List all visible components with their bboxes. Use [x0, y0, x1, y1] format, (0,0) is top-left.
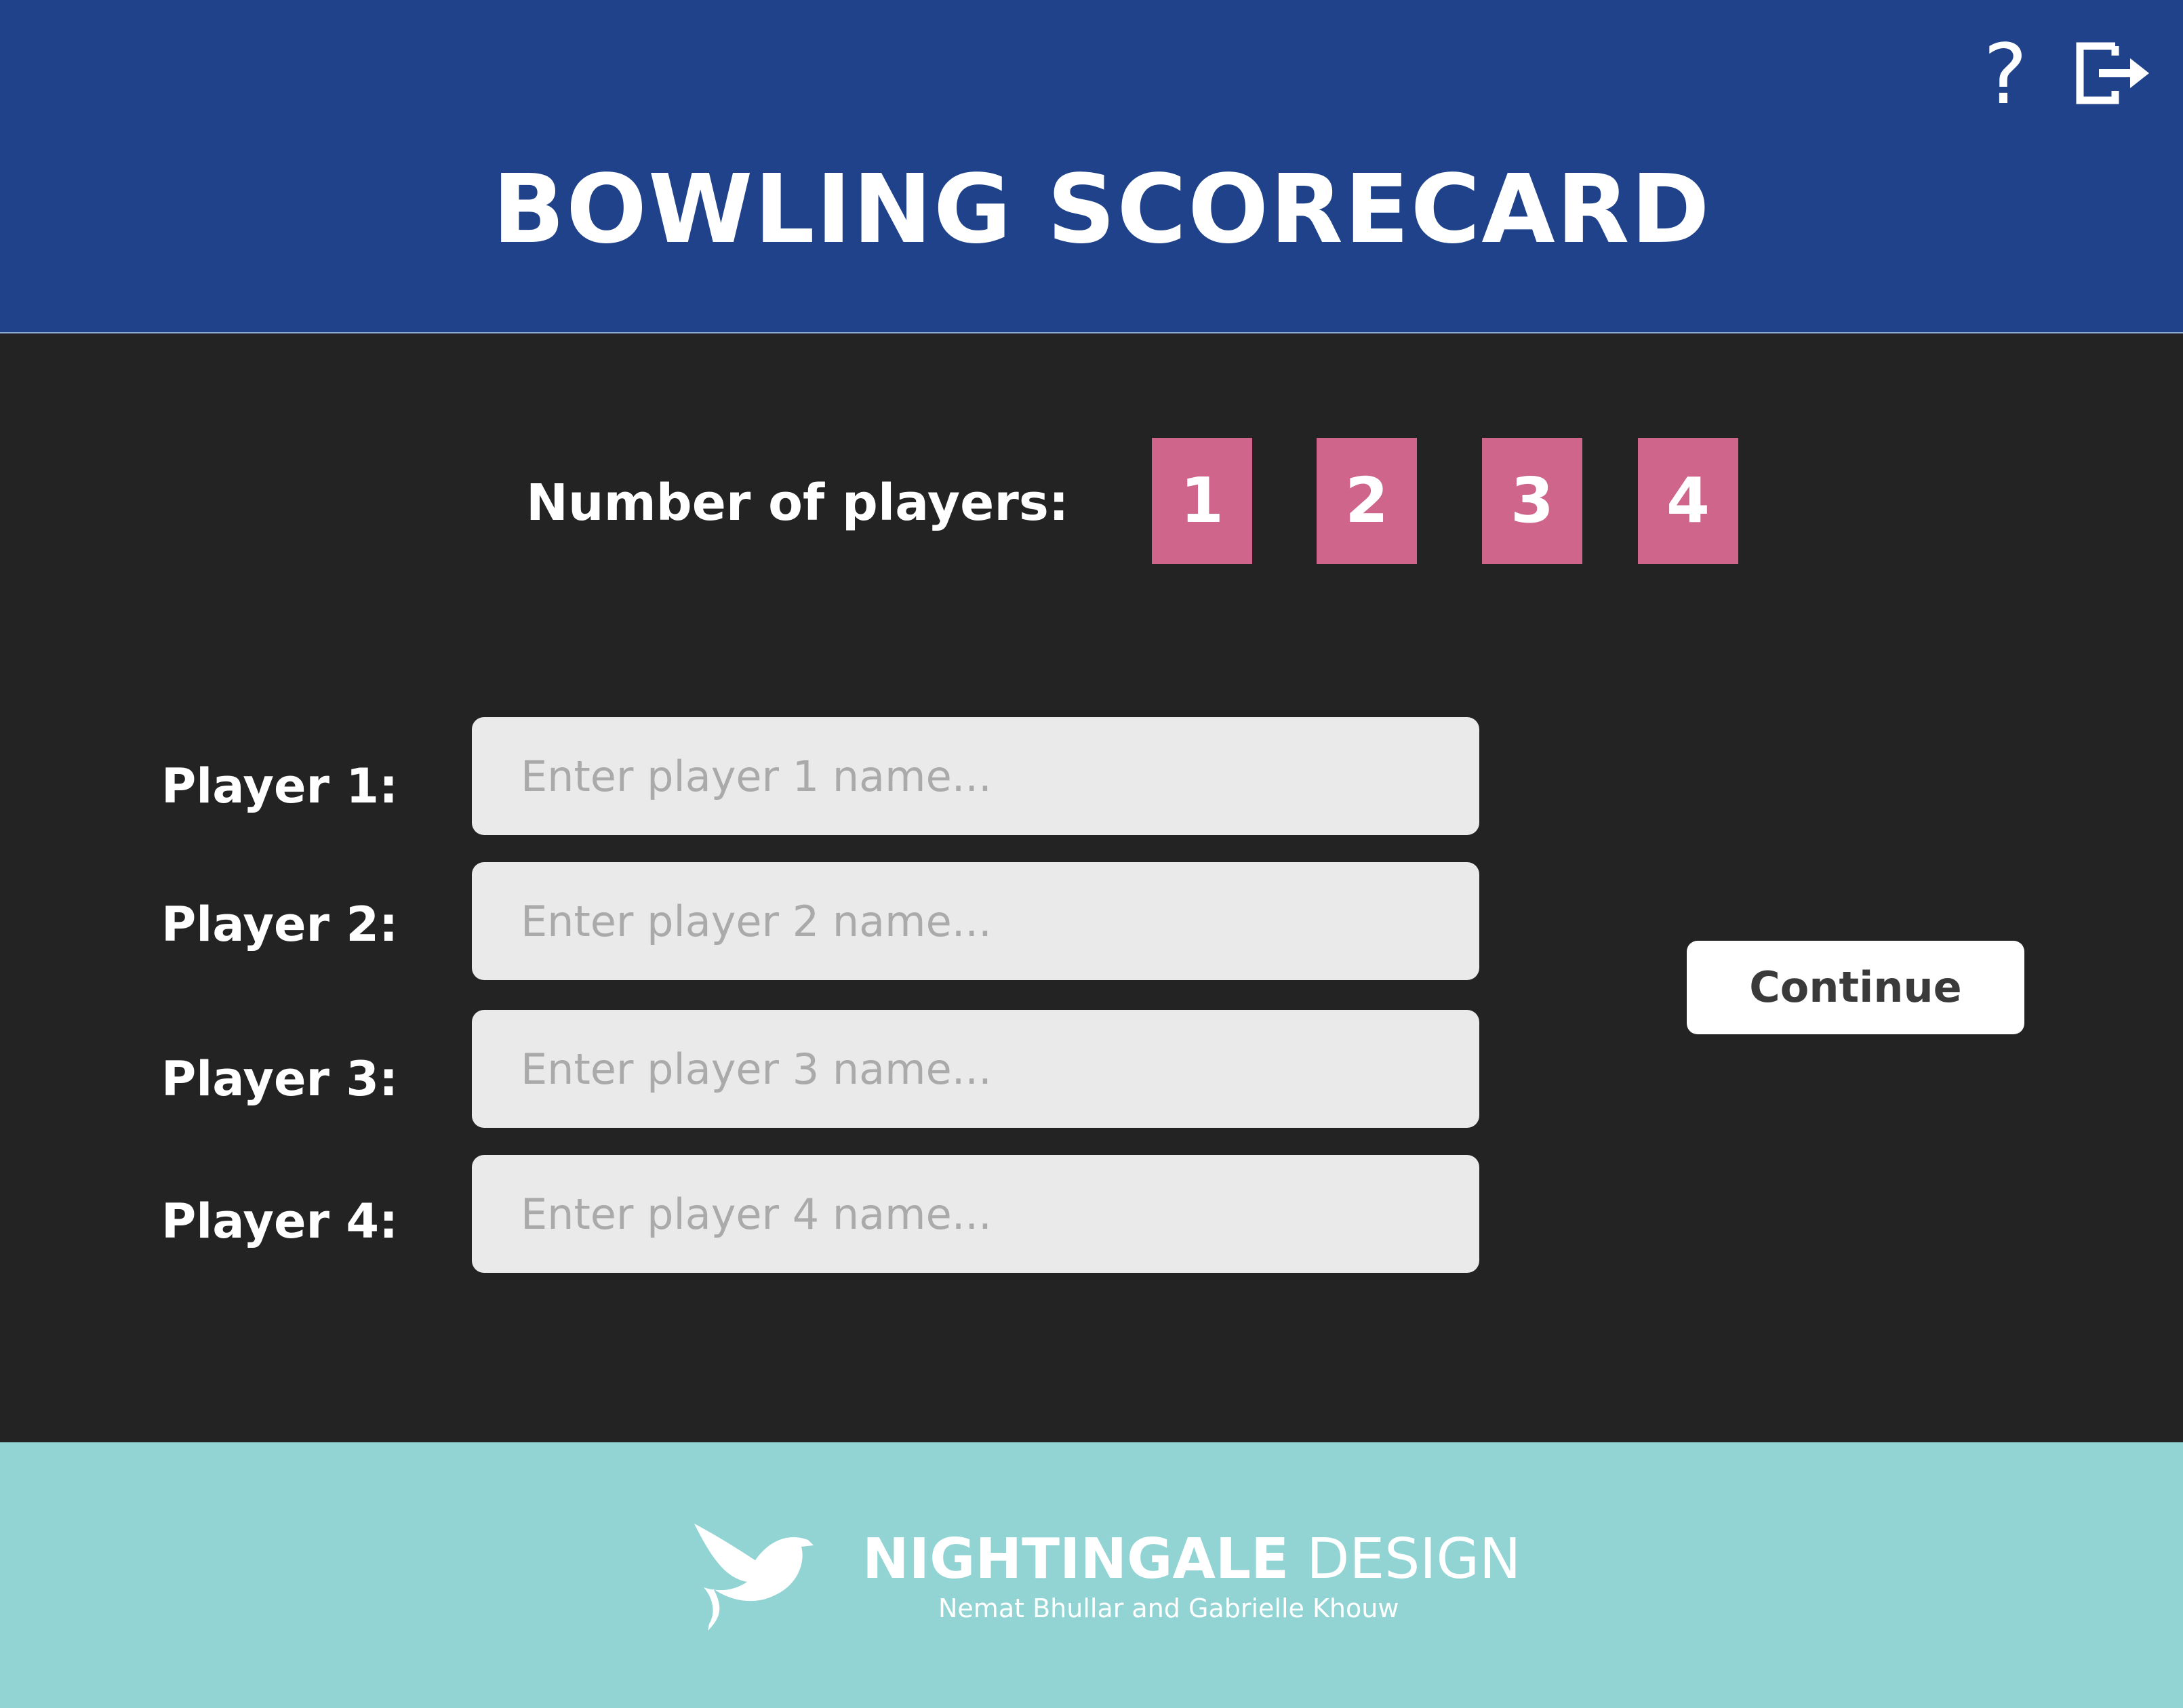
exit-icon [2076, 42, 2149, 104]
player-1-label: Player 1: [161, 758, 399, 814]
player-count-2-button[interactable]: 2 [1317, 438, 1417, 564]
player-3-label: Player 3: [161, 1051, 399, 1107]
player-1-name-input[interactable] [472, 717, 1479, 835]
page-title: BOWLING SCORECARD [492, 155, 1711, 265]
footer-bar: NIGHTINGALE DESIGN Nemat Bhullar and Gab… [0, 1442, 2183, 1708]
app-screen: ? BOWLING SCORECARD Number of players: 1… [0, 0, 2183, 1708]
player-3-name-input[interactable] [472, 1010, 1479, 1128]
player-count-3-button[interactable]: 3 [1482, 438, 1582, 564]
player-2-label: Player 2: [161, 897, 399, 952]
player-2-name-input[interactable] [472, 862, 1479, 980]
continue-button[interactable]: Continue [1687, 941, 2024, 1034]
player-count-label: Number of players: [526, 474, 1069, 532]
credits-text: Nemat Bhullar and Gabrielle Khouw [938, 1593, 1399, 1623]
help-icon: ? [1983, 26, 2028, 123]
brand-name: NIGHTINGALE DESIGN [862, 1522, 1521, 1597]
header-bar: ? BOWLING SCORECARD [0, 0, 2183, 333]
player-count-4-button[interactable]: 4 [1638, 438, 1738, 564]
nightingale-bird-icon [694, 1524, 814, 1631]
brand-name-light: DESIGN [1306, 1527, 1521, 1591]
player-4-label: Player 4: [161, 1194, 399, 1249]
help-button[interactable]: ? [1980, 33, 2031, 116]
brand-name-strong: NIGHTINGALE [862, 1527, 1289, 1591]
player-4-name-input[interactable] [472, 1155, 1479, 1273]
exit-button[interactable] [2076, 41, 2152, 106]
player-count-1-button[interactable]: 1 [1152, 438, 1252, 564]
